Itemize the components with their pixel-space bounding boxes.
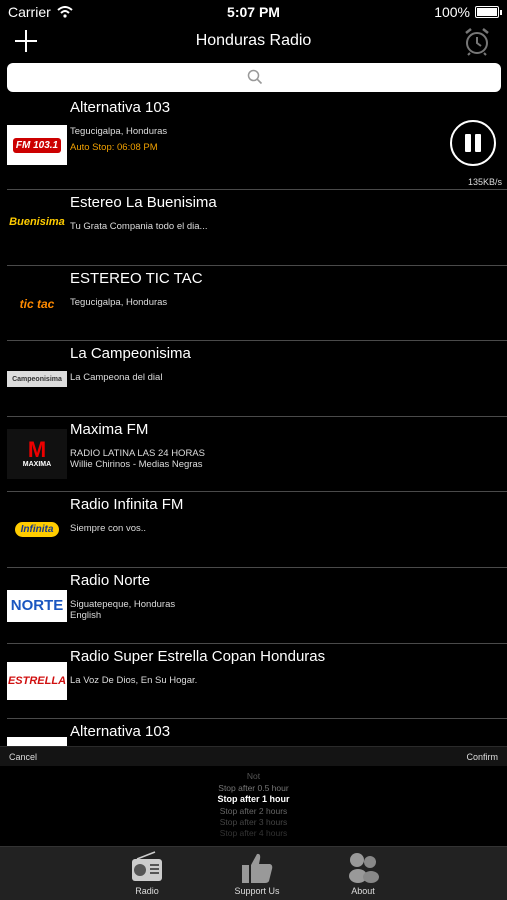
station-row[interactable]: Buenisima Estereo La Buenisima Tu Grata …	[7, 190, 507, 266]
station-row[interactable]: Alternativa 103	[7, 719, 507, 747]
tab-label: About	[351, 886, 375, 896]
status-time: 5:07 PM	[227, 4, 280, 20]
station-logo: Buenisima	[7, 202, 67, 242]
station-description: Tegucigalpa, Honduras	[70, 296, 168, 308]
station-logo: FM 103.1	[7, 125, 67, 165]
station-name: Alternativa 103	[70, 723, 171, 741]
picker-option[interactable]: Stop after 4 hours	[0, 828, 507, 838]
picker-option[interactable]: Stop after 0.5 hour	[0, 783, 507, 793]
station-row[interactable]: Campeonisima La Campeonisima La Campeona…	[7, 341, 507, 417]
station-description: La Campeona del dial	[70, 372, 163, 384]
radio-icon	[132, 851, 162, 881]
picker-option[interactable]: Stop after 3 hours	[0, 817, 507, 827]
station-description: Siguatepeque, Honduras English	[70, 598, 176, 621]
tab-support-us[interactable]: Support Us	[207, 847, 307, 900]
station-description: RADIO LATINA LAS 24 HORAS Willie Chirino…	[70, 447, 205, 470]
station-description: Siempre con vos..	[70, 523, 147, 535]
station-description: Tu Grata Compania todo el dia...	[70, 221, 208, 232]
tab-radio[interactable]: Radio	[97, 847, 197, 900]
station-row[interactable]: NORTE Radio Norte Siguatepeque, Honduras…	[7, 568, 507, 644]
station-name: Alternativa 103	[70, 99, 171, 116]
search-bar[interactable]	[7, 63, 501, 92]
battery-icon	[475, 6, 502, 18]
station-description: Tegucigalpa, Honduras	[70, 126, 168, 137]
picker-toolbar: Cancel Confirm	[0, 746, 507, 766]
cancel-button[interactable]: Cancel	[9, 752, 37, 762]
tab-label: Support Us	[234, 886, 280, 896]
picker-option[interactable]: Not	[0, 771, 507, 781]
picker-option-selected[interactable]: Stop after 1 hour	[0, 794, 507, 804]
thumbs-up-icon	[242, 853, 273, 883]
station-list: FM 103.1 Alternativa 103 Tegucigalpa, Ho…	[0, 95, 507, 747]
picker-option[interactable]: Stop after 2 hours	[0, 806, 507, 816]
people-icon	[349, 853, 379, 883]
station-logo: Campeonisima	[7, 371, 67, 388]
station-logo: Infinita	[7, 514, 67, 545]
station-name: La Campeonisima	[70, 345, 191, 363]
stream-speed: 135KB/s	[467, 177, 502, 187]
station-name: Maxima FM	[70, 420, 149, 438]
station-name: Radio Super Estrella Copan Honduras	[70, 647, 326, 665]
battery-percent: 100%	[434, 4, 470, 20]
tab-about[interactable]: About	[313, 847, 413, 900]
station-name: Radio Norte	[70, 571, 151, 589]
sleep-timer-picker[interactable]: Not Stop after 0.5 hour Stop after 1 hou…	[0, 766, 507, 846]
status-bar: Carrier 5:07 PM 100%	[0, 0, 507, 24]
station-description: La Voz De Dios, En Su Hogar.	[70, 674, 198, 686]
station-row[interactable]: M MAXIMA Maxima FM RADIO LATINA LAS 24 H…	[7, 417, 507, 493]
station-name: Estereo La Buenisima	[70, 194, 217, 211]
tab-bar: Radio Support Us About	[0, 846, 507, 900]
station-row[interactable]: Infinita Radio Infinita FM Siempre con v…	[7, 492, 507, 568]
auto-stop-label: Auto Stop: 06:08 PM	[70, 142, 158, 153]
page-title: Honduras Radio	[195, 32, 312, 49]
navigation-bar: Honduras Radio	[0, 24, 507, 60]
confirm-button[interactable]: Confirm	[466, 752, 498, 762]
alarm-clock-icon[interactable]	[463, 26, 491, 56]
station-row[interactable]: ESTRELLA Radio Super Estrella Copan Hond…	[7, 644, 507, 720]
station-row[interactable]: FM 103.1 Alternativa 103 Tegucigalpa, Ho…	[7, 95, 507, 190]
station-name: ESTEREO TIC TAC	[70, 269, 203, 287]
station-logo: M MAXIMA	[7, 428, 67, 479]
station-name: Radio Infinita FM	[70, 496, 184, 514]
pause-button[interactable]	[450, 120, 496, 166]
tab-label: Radio	[135, 886, 159, 896]
station-row[interactable]: tic tac ESTEREO TIC TAC Tegucigalpa, Hon…	[7, 266, 507, 342]
station-logo: ESTRELLA	[7, 661, 67, 700]
station-logo: NORTE	[7, 589, 67, 622]
station-logo: tic tac	[7, 283, 67, 324]
search-icon	[247, 69, 263, 85]
